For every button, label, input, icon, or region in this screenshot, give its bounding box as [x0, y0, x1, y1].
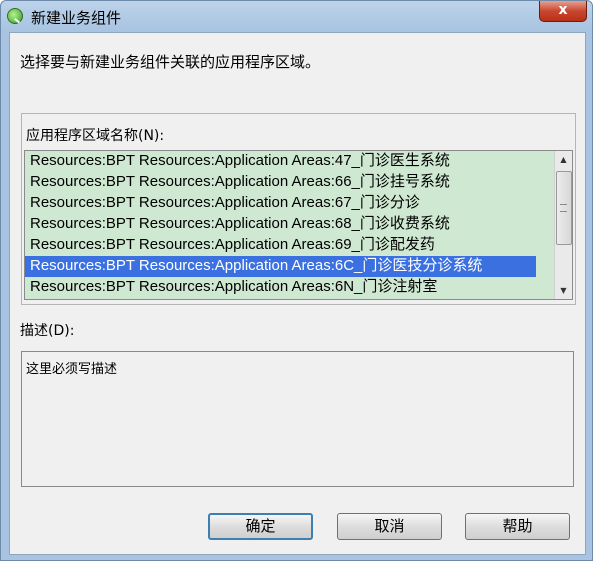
application-area-group: 应用程序区域名称(N): Resources:BPT Resources:App… [21, 113, 576, 305]
list-item[interactable]: Resources:BPT Resources:Application Area… [25, 172, 550, 193]
list-scrollbar[interactable]: ▲ ▼ [554, 151, 572, 299]
cancel-button[interactable]: 取消 [337, 513, 442, 540]
window-title: 新建业务组件 [31, 9, 122, 27]
application-area-listbox[interactable]: Resources:BPT Resources:Application Area… [24, 150, 573, 300]
description-label: 描述(D): [20, 323, 75, 339]
close-button[interactable]: x [539, 1, 587, 22]
list-item-selected[interactable]: Resources:BPT Resources:Application Area… [25, 256, 536, 277]
instruction-text: 选择要与新建业务组件关联的应用程序区域。 [20, 53, 321, 71]
dialog-window: 新建业务组件 x 选择要与新建业务组件关联的应用程序区域。 应用程序区域名称(N… [0, 0, 593, 561]
list-item[interactable]: Resources:BPT Resources:Application Area… [25, 235, 550, 256]
list-item[interactable]: Resources:BPT Resources:Application Area… [25, 214, 550, 235]
scroll-down-arrow-icon[interactable]: ▼ [555, 282, 572, 299]
dialog-body: 选择要与新建业务组件关联的应用程序区域。 应用程序区域名称(N): Resour… [9, 32, 586, 555]
title-bar[interactable]: 新建业务组件 x [1, 1, 592, 31]
description-textarea[interactable]: 这里必须写描述 [21, 351, 574, 487]
scroll-up-arrow-icon[interactable]: ▲ [555, 151, 572, 168]
list-item[interactable]: Resources:BPT Resources:Application Area… [25, 277, 550, 298]
list-item[interactable]: Resources:BPT Resources:Application Area… [25, 193, 550, 214]
list-item[interactable]: Resources:BPT Resources:Application Area… [25, 151, 550, 172]
help-button[interactable]: 帮助 [465, 513, 570, 540]
ok-button[interactable]: 确定 [208, 513, 313, 540]
scroll-thumb[interactable] [556, 171, 572, 245]
app-logo-icon [7, 8, 23, 24]
application-area-list-label: 应用程序区域名称(N): [26, 128, 165, 144]
